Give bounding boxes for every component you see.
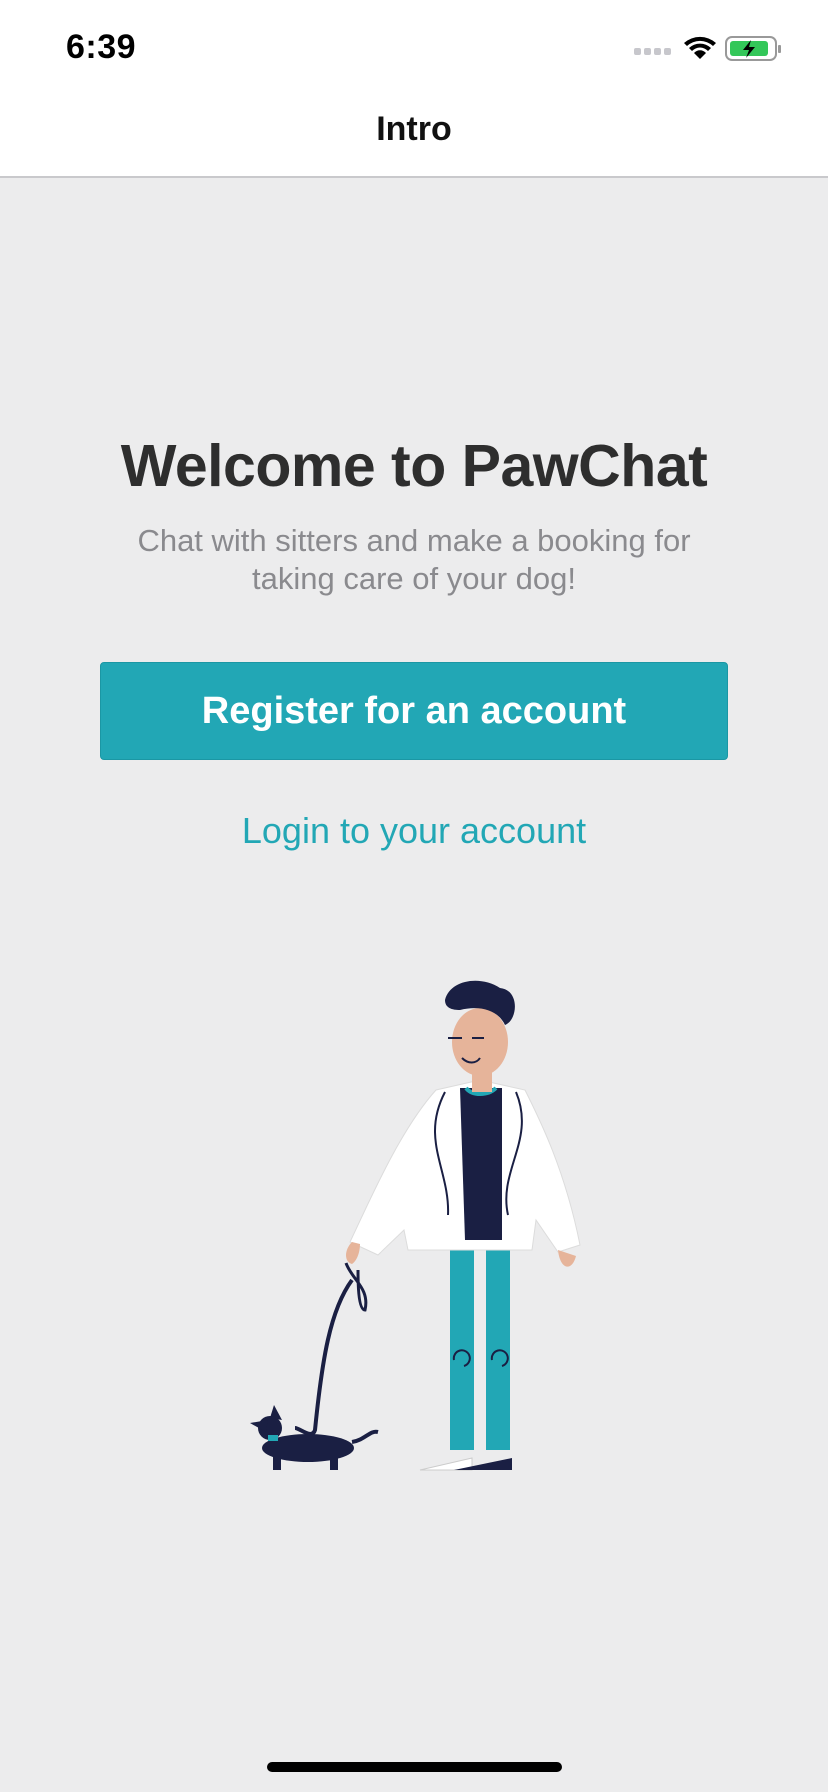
welcome-title: Welcome to PawChat	[120, 433, 708, 499]
register-button[interactable]: Register for an account	[100, 662, 728, 760]
welcome-subtitle: Chat with sitters and make a booking for…	[137, 523, 691, 596]
signal-icon	[634, 48, 671, 55]
status-icons	[634, 36, 781, 61]
battery-charging-icon	[725, 36, 781, 61]
wifi-icon	[684, 36, 716, 59]
nav-bar: Intro	[0, 96, 828, 178]
login-link[interactable]: Login to your account	[0, 810, 828, 852]
home-indicator[interactable]	[267, 1762, 562, 1772]
status-bar: 6:39	[0, 0, 828, 96]
dog	[250, 1405, 379, 1470]
status-time: 6:39	[66, 28, 137, 66]
nav-title: Intro	[376, 110, 452, 148]
dog-walker-illustration	[250, 980, 581, 1471]
